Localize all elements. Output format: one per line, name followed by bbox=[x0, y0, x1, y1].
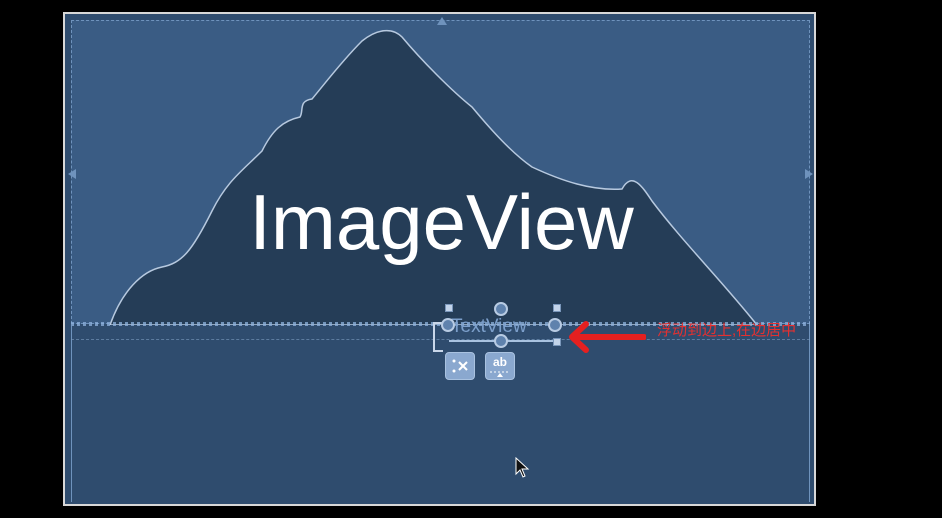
left-anchor-icon[interactable] bbox=[68, 169, 76, 179]
lower-empty-area bbox=[71, 326, 810, 502]
top-anchor-icon[interactable] bbox=[437, 17, 447, 25]
clear-constraints-button[interactable] bbox=[445, 352, 475, 380]
left-constraint-handle[interactable] bbox=[441, 318, 455, 332]
resize-handle-top-left[interactable] bbox=[445, 304, 453, 312]
resize-handle-bottom-right[interactable] bbox=[553, 338, 561, 346]
mountain-placeholder-image bbox=[109, 29, 758, 325]
red-arrow-icon bbox=[569, 321, 646, 353]
mouse-cursor-icon bbox=[515, 457, 530, 478]
annotation-note: 浮动到边上,在边居中 bbox=[657, 322, 797, 339]
top-constraint-handle[interactable] bbox=[494, 302, 508, 316]
layout-canvas[interactable]: ImageView TextView ab bbox=[63, 12, 816, 506]
resize-handle-top-right[interactable] bbox=[553, 304, 561, 312]
textview-widget[interactable]: TextView bbox=[441, 302, 562, 348]
right-constraint-handle[interactable] bbox=[548, 318, 562, 332]
baseline-button[interactable]: ab bbox=[485, 352, 515, 380]
right-anchor-icon[interactable] bbox=[805, 169, 813, 179]
bottom-constraint-handle[interactable] bbox=[494, 334, 508, 348]
baseline-icon bbox=[490, 371, 510, 377]
imageview-label: ImageView bbox=[249, 178, 634, 266]
clear-constraints-icon bbox=[452, 359, 468, 373]
imageview[interactable]: ImageView bbox=[68, 17, 813, 325]
baseline-label: ab bbox=[492, 355, 507, 369]
